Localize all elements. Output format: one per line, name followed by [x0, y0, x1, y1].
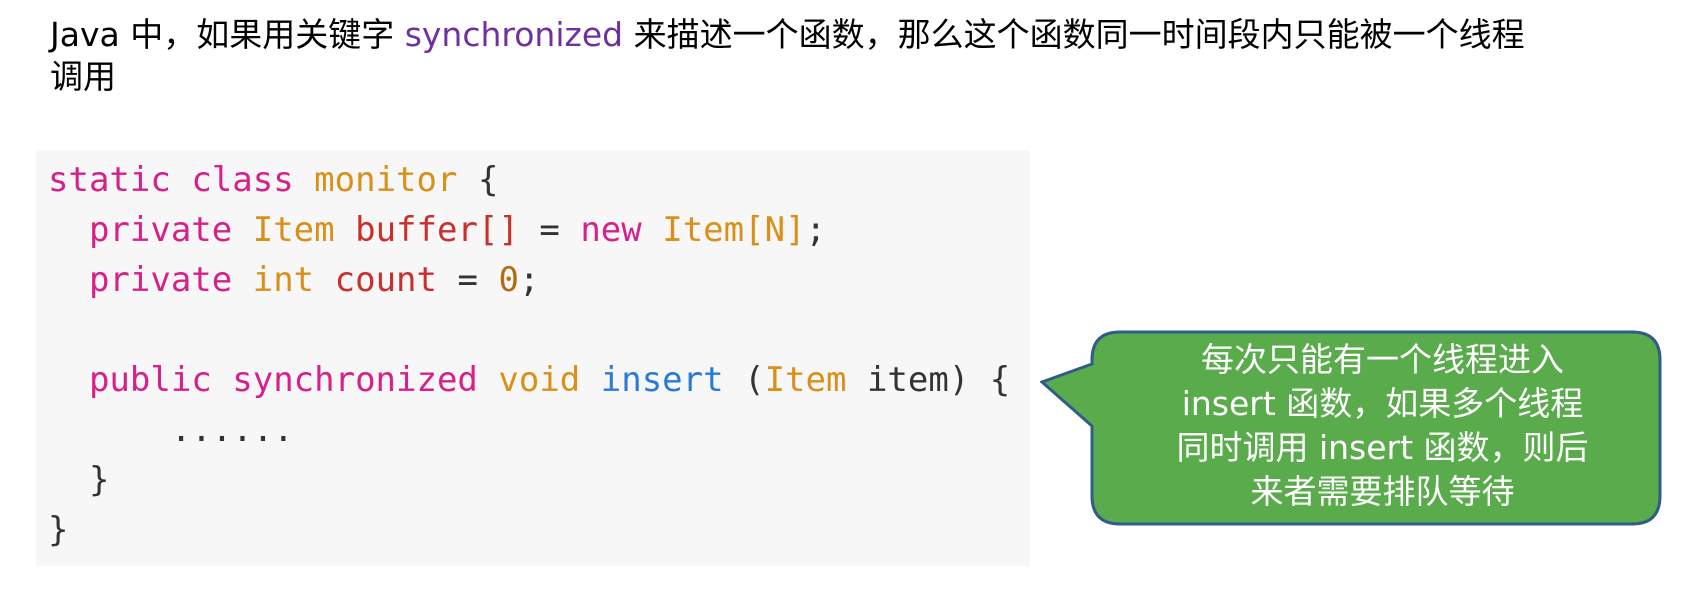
code-token-array-type: Item[N]	[662, 210, 806, 250]
code-token-open-paren: (	[744, 360, 765, 400]
code-token-void: void	[498, 360, 581, 400]
code-token-equals: =	[457, 260, 478, 300]
code-token-private: private	[88, 260, 233, 300]
code-token-class-name: monitor	[314, 160, 458, 200]
code-token-synchronized: synchronized	[232, 360, 478, 400]
code-token-private: private	[88, 210, 233, 250]
code-line-7: }	[48, 460, 109, 500]
callout-line-3: 同时调用 insert 函数，则后	[1176, 428, 1589, 467]
intro-paragraph: Java 中，如果用关键字 synchronized 来描述一个函数，那么这个函…	[50, 14, 1610, 98]
callout-line-4: 来者需要排队等待	[1250, 472, 1515, 511]
code-line-1: static class monitor {	[48, 160, 498, 200]
intro-text-line2: 调用	[50, 57, 116, 96]
code-token-param-type: Item	[764, 360, 847, 400]
code-token-equals: =	[539, 210, 560, 250]
code-token-semicolon: ;	[518, 260, 540, 300]
code-token-static: static	[48, 160, 171, 200]
code-token-buffer: buffer[]	[355, 210, 519, 250]
code-token-zero: 0	[498, 260, 519, 300]
code-token-public: public	[88, 360, 212, 400]
code-token-int: int	[252, 260, 315, 300]
code-line-6: ......	[48, 410, 294, 450]
code-token-open-brace: {	[477, 160, 499, 200]
code-token-param: item) {	[866, 360, 1011, 400]
callout-line-1: 每次只能有一个线程进入	[1201, 340, 1564, 379]
code-token-class: class	[191, 160, 294, 200]
callout-bubble: 每次只能有一个线程进入 insert 函数，如果多个线程 同时调用 insert 函…	[1040, 330, 1663, 527]
code-token-close-brace: }	[88, 460, 110, 500]
code-line-2: private Item buffer[] = new Item[N];	[48, 210, 826, 250]
intro-text-part1: Java 中，如果用关键字	[50, 15, 405, 54]
code-token-semicolon: ;	[805, 210, 827, 250]
code-token-new: new	[580, 210, 642, 250]
code-line-3: private int count = 0;	[48, 260, 539, 300]
code-token-type: Item	[252, 210, 335, 250]
callout-text: 每次只能有一个线程进入 insert 函数，如果多个线程 同时调用 insert 函…	[1110, 338, 1655, 514]
code-token-insert: insert	[600, 360, 724, 400]
callout-line-2: insert 函数，如果多个线程	[1181, 384, 1584, 423]
code-token-count: count	[334, 260, 437, 300]
code-token-close-brace: }	[48, 510, 69, 550]
code-line-5: public synchronized void insert (Item it…	[48, 360, 1010, 400]
code-token-ellipsis: ......	[170, 410, 294, 450]
intro-text-part2: 来描述一个函数，那么这个函数同一时间段内只能被一个线程	[623, 15, 1525, 54]
code-block: static class monitor { private Item buff…	[48, 155, 1010, 555]
intro-keyword: synchronized	[404, 15, 624, 54]
code-line-8: }	[48, 510, 68, 550]
